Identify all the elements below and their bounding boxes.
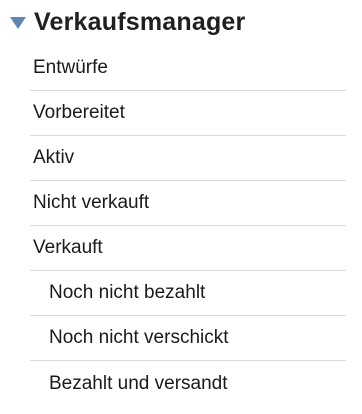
menu-item-label: Entwürfe (33, 57, 108, 78)
menu-item-label: Noch nicht bezahlt (49, 282, 206, 303)
menu-item-verkauft[interactable]: Verkauft (30, 226, 346, 271)
menu-item-aktiv[interactable]: Aktiv (30, 136, 346, 181)
sales-manager-menu: Entwürfe Vorbereitet Aktiv Nicht verkauf… (30, 46, 346, 406)
menu-item-label: Verkauft (33, 237, 103, 258)
menu-item-noch-nicht-verschickt[interactable]: Noch nicht verschickt (30, 316, 346, 361)
menu-item-label: Noch nicht verschickt (49, 327, 229, 348)
triangle-down-icon[interactable] (10, 17, 26, 29)
menu-item-label: Nicht verkauft (33, 192, 150, 213)
menu-item-noch-nicht-bezahlt[interactable]: Noch nicht bezahlt (30, 271, 346, 316)
menu-item-nicht-verkauft[interactable]: Nicht verkauft (30, 181, 346, 226)
sales-manager-header[interactable]: Verkaufsmanager (0, 0, 362, 46)
sales-manager-panel: Verkaufsmanager Entwürfe Vorbereitet Akt… (0, 0, 362, 414)
menu-item-label: Vorbereitet (33, 102, 125, 123)
menu-item-bezahlt-und-versandt[interactable]: Bezahlt und versandt (30, 361, 346, 406)
panel-title: Verkaufsmanager (34, 8, 246, 36)
menu-item-vorbereitet[interactable]: Vorbereitet (30, 91, 346, 136)
menu-item-label: Aktiv (33, 147, 75, 168)
menu-item-entwuerfe[interactable]: Entwürfe (30, 46, 346, 91)
menu-item-label: Bezahlt und versandt (49, 372, 228, 394)
